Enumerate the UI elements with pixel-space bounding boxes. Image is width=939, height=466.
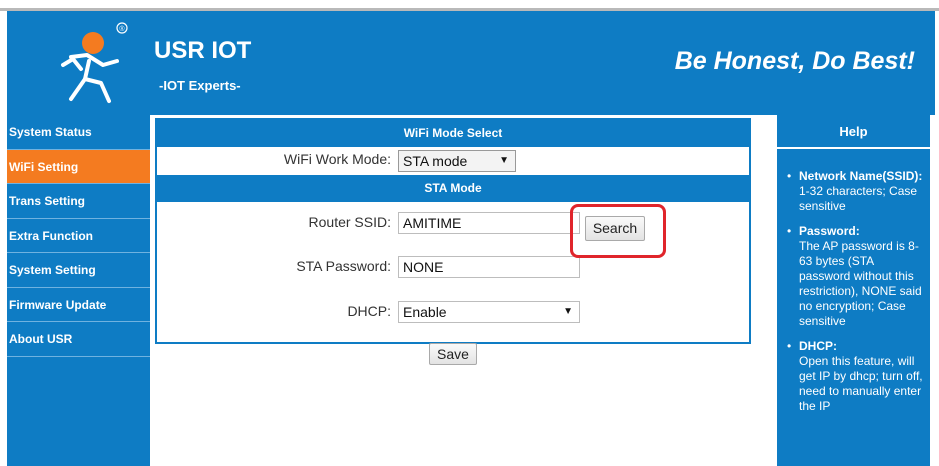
help-item-text: Open this feature, will get IP by dhcp; … xyxy=(799,354,923,413)
search-button[interactable]: Search xyxy=(585,216,645,241)
wifi-mode-section-header: WiFi Mode Select xyxy=(157,120,749,147)
header-banner: ® USR IOT -IOT Experts- Be Honest, Do Be… xyxy=(7,11,935,115)
help-title: Help xyxy=(777,115,930,149)
dhcp-select[interactable]: Enable ▼ xyxy=(398,301,580,323)
settings-panel: WiFi Mode Select WiFi Work Mode: STA mod… xyxy=(155,118,751,344)
sidebar-item-firmware-update[interactable]: Firmware Update xyxy=(7,288,150,322)
ssid-input[interactable]: AMITIME xyxy=(398,212,580,234)
work-mode-label: WiFi Work Mode: xyxy=(283,151,391,167)
work-mode-row: WiFi Work Mode: STA mode ▼ xyxy=(157,147,749,175)
sidebar-item-extra-function[interactable]: Extra Function xyxy=(7,219,150,253)
help-item-title: Password: xyxy=(799,224,860,238)
save-button[interactable]: Save xyxy=(429,343,477,365)
dropdown-arrow-icon: ▼ xyxy=(499,155,509,166)
password-input[interactable]: NONE xyxy=(398,256,580,278)
help-item-title: DHCP: xyxy=(799,339,837,353)
work-mode-select[interactable]: STA mode ▼ xyxy=(398,150,516,172)
help-item-title: Network Name(SSID): xyxy=(799,169,923,183)
help-item-password: Password: The AP password is 8-63 bytes … xyxy=(783,224,926,329)
ssid-value: AMITIME xyxy=(403,215,462,231)
password-label: STA Password: xyxy=(296,258,391,274)
help-item-ssid: Network Name(SSID): 1-32 characters; Cas… xyxy=(783,169,926,214)
dropdown-arrow-icon: ▼ xyxy=(563,306,573,317)
registered-mark: ® xyxy=(119,25,125,33)
sidebar-item-about-usr[interactable]: About USR xyxy=(7,322,150,357)
slogan: Be Honest, Do Best! xyxy=(674,47,915,75)
dhcp-row: DHCP: Enable ▼ xyxy=(157,293,749,338)
runner-logo-icon: ® xyxy=(61,22,128,103)
help-panel: Help Network Name(SSID): 1-32 characters… xyxy=(777,115,930,466)
sidebar-item-system-setting[interactable]: System Setting xyxy=(7,253,150,288)
sidebar-item-wifi-setting[interactable]: WiFi Setting xyxy=(7,149,150,184)
help-item-text: The AP password is 8-63 bytes (STA passw… xyxy=(799,239,922,328)
dhcp-value: Enable xyxy=(403,304,447,320)
ssid-label: Router SSID: xyxy=(308,214,391,230)
dhcp-label: DHCP: xyxy=(347,303,391,319)
sidebar-nav: System Status WiFi Setting Trans Setting… xyxy=(7,115,150,466)
sidebar-item-trans-setting[interactable]: Trans Setting xyxy=(7,184,150,219)
brand-title: USR IOT xyxy=(154,37,252,64)
help-item-text: 1-32 characters; Case sensitive xyxy=(799,184,918,213)
work-mode-value: STA mode xyxy=(403,153,468,169)
sta-mode-section-header: STA Mode xyxy=(157,175,749,202)
help-list: Network Name(SSID): 1-32 characters; Cas… xyxy=(777,149,930,414)
password-value: NONE xyxy=(403,259,444,275)
brand-tagline: -IOT Experts- xyxy=(159,78,241,93)
help-item-dhcp: DHCP: Open this feature, will get IP by … xyxy=(783,339,926,414)
sidebar-item-system-status[interactable]: System Status xyxy=(7,115,150,150)
